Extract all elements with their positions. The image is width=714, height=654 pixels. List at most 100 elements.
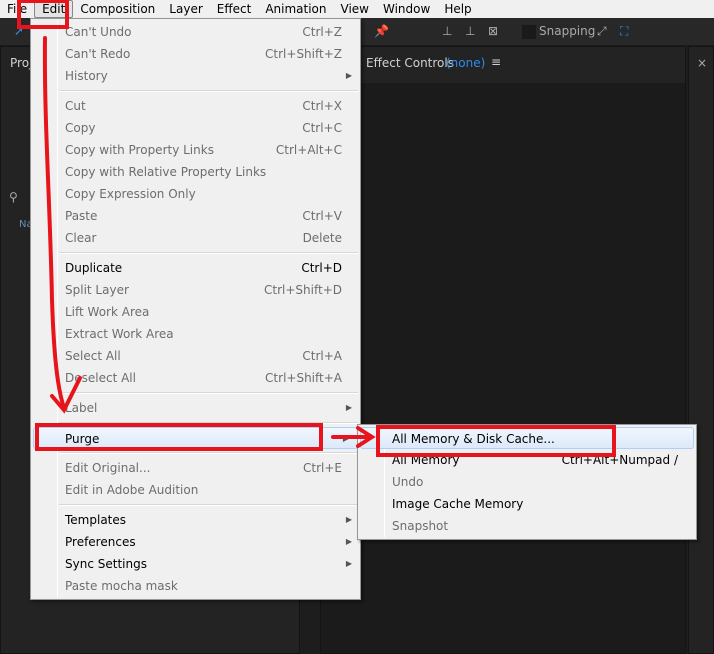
menu-animation[interactable]: Animation [258, 0, 333, 18]
menu-item-extract-work-area[interactable]: Extract Work Area [31, 323, 360, 345]
menu-item-shortcut: Ctrl+Shift+D [264, 283, 342, 297]
menu-item-lift-work-area[interactable]: Lift Work Area [31, 301, 360, 323]
menu-layer[interactable]: Layer [162, 0, 209, 18]
menu-separator [31, 501, 360, 509]
menu-item-label: Preferences [65, 535, 136, 549]
menu-item-label: Copy with Relative Property Links [65, 165, 267, 179]
menu-separator [31, 87, 360, 95]
effect-controls-panel: Effect Controls (none) ≡ [320, 46, 686, 654]
menu-file[interactable]: File [0, 0, 34, 18]
menu-item-templates[interactable]: Templates ▶ [31, 509, 360, 531]
snapping-label: Snapping [539, 24, 596, 38]
axis-world-icon[interactable]: ⊥ [465, 24, 475, 38]
menu-item-history[interactable]: History ▶ [31, 65, 360, 87]
menu-item-undo[interactable]: Undo [358, 471, 696, 493]
menu-item-label[interactable]: Label ▶ [31, 397, 360, 419]
snap-edges-icon[interactable]: ⤢ [597, 24, 607, 39]
pin-tool-icon[interactable]: 📌 [374, 24, 389, 38]
menu-item-label: Clear [65, 231, 97, 245]
menu-item-label: Lift Work Area [65, 305, 150, 319]
axis-view-icon[interactable]: ⊠ [488, 24, 498, 38]
menu-separator [31, 449, 360, 457]
menu-item-label: Purge [65, 432, 100, 446]
menu-item-label: Deselect All [65, 371, 136, 385]
menu-item-all-memory-disk-cache[interactable]: All Memory & Disk Cache... [360, 427, 694, 449]
menu-item-split-layer[interactable]: Split Layer Ctrl+Shift+D [31, 279, 360, 301]
submenu-arrow-icon: ▶ [345, 71, 352, 80]
menu-effect[interactable]: Effect [210, 0, 259, 18]
menu-item-snapshot[interactable]: Snapshot [358, 515, 696, 537]
menu-item-label: Cut [65, 99, 86, 113]
menu-item-paste-mocha-mask[interactable]: Paste mocha mask [31, 575, 360, 597]
menu-item-label: Copy Expression Only [65, 187, 196, 201]
menu-item-label: Templates [65, 513, 127, 527]
menu-item-label: Can't Undo [65, 25, 132, 39]
menu-edit[interactable]: Edit [34, 0, 74, 18]
snap-features-icon[interactable]: ⛶ [620, 24, 628, 39]
menu-item-label: Duplicate [65, 261, 123, 275]
menu-item-duplicate[interactable]: Duplicate Ctrl+D [31, 257, 360, 279]
menu-item-edit-in-adobe-audition[interactable]: Edit in Adobe Audition [31, 479, 360, 501]
menu-item-label: Copy with Property Links [65, 143, 214, 157]
close-panel-icon[interactable]: × [697, 56, 707, 70]
menu-item-copy-expression-only[interactable]: Copy Expression Only [31, 183, 360, 205]
menu-composition[interactable]: Composition [73, 0, 162, 18]
snapping-checkbox[interactable] [522, 25, 536, 39]
menu-item-copy-with-property-links[interactable]: Copy with Property Links Ctrl+Alt+C [31, 139, 360, 161]
menu-item-label: All Memory & Disk Cache... [392, 432, 555, 446]
submenu-arrow-icon: ▶ [345, 403, 352, 412]
submenu-arrow-icon: ▶ [345, 559, 352, 568]
purge-submenu: All Memory & Disk Cache... All Memory Ctrl… [357, 424, 697, 540]
selection-tool-icon[interactable]: ➚ [14, 24, 24, 38]
menu-item-label: History [65, 69, 108, 83]
menu-view[interactable]: View [334, 0, 376, 18]
menu-item-shortcut: Ctrl+Shift+Z [265, 47, 342, 61]
menu-item-label: Extract Work Area [65, 327, 174, 341]
menu-item-can-t-redo[interactable]: Can't Redo Ctrl+Shift+Z [31, 43, 360, 65]
menu-item-all-memory[interactable]: All Memory Ctrl+Alt+Numpad / [358, 449, 696, 471]
menu-window[interactable]: Window [376, 0, 437, 18]
menu-item-can-t-undo[interactable]: Can't Undo Ctrl+Z [31, 21, 360, 43]
menu-item-label: Snapshot [392, 519, 449, 533]
menu-item-image-cache-memory[interactable]: Image Cache Memory [358, 493, 696, 515]
menu-item-shortcut: Ctrl+V [302, 209, 342, 223]
menu-item-label: Copy [65, 121, 96, 135]
menu-item-copy[interactable]: Copy Ctrl+C [31, 117, 360, 139]
menu-item-deselect-all[interactable]: Deselect All Ctrl+Shift+A [31, 367, 360, 389]
menu-item-preferences[interactable]: Preferences ▶ [31, 531, 360, 553]
effect-controls-body [321, 83, 685, 653]
menu-separator [31, 389, 360, 397]
effect-controls-target: (none) [446, 56, 486, 70]
menu-item-purge[interactable]: Purge ▶ [33, 427, 358, 449]
menu-help[interactable]: Help [437, 0, 478, 18]
axis-local-icon[interactable]: ⊥ [442, 24, 452, 38]
menu-item-cut[interactable]: Cut Ctrl+X [31, 95, 360, 117]
menu-item-shortcut: Ctrl+Shift+A [265, 371, 342, 385]
menu-item-label: Paste [65, 209, 98, 223]
effect-controls-title[interactable]: Effect Controls [366, 56, 454, 70]
menu-item-label: Sync Settings [65, 557, 147, 571]
panel-menu-icon[interactable]: ≡ [491, 55, 501, 69]
menu-item-shortcut: Ctrl+Alt+Numpad / [561, 453, 678, 467]
menu-item-label: Image Cache Memory [392, 497, 524, 511]
menu-item-clear[interactable]: Clear Delete [31, 227, 360, 249]
submenu-arrow-icon: ▶ [345, 537, 352, 546]
menu-item-label: Split Layer [65, 283, 129, 297]
menu-item-sync-settings[interactable]: Sync Settings ▶ [31, 553, 360, 575]
menu-item-edit-original[interactable]: Edit Original... Ctrl+E [31, 457, 360, 479]
right-panel: × [688, 46, 714, 654]
menu-item-copy-with-relative-property-links[interactable]: Copy with Relative Property Links [31, 161, 360, 183]
edit-menu: Can't Undo Ctrl+Z Can't Redo Ctrl+Shift+Z Hi… [30, 18, 361, 600]
menu-item-label: Paste mocha mask [65, 579, 178, 593]
menu-item-label: Select All [65, 349, 121, 363]
menu-item-shortcut: Ctrl+X [302, 99, 342, 113]
menu-item-label: Can't Redo [65, 47, 131, 61]
menu-item-select-all[interactable]: Select All Ctrl+A [31, 345, 360, 367]
menu-separator [31, 249, 360, 257]
search-icon[interactable]: ⚲ [9, 190, 18, 204]
menu-item-label: Undo [392, 475, 424, 489]
menu-item-paste[interactable]: Paste Ctrl+V [31, 205, 360, 227]
menu-item-label: All Memory [392, 453, 460, 467]
menu-item-label: Label [65, 401, 98, 415]
submenu-arrow-icon: ▶ [345, 515, 352, 524]
